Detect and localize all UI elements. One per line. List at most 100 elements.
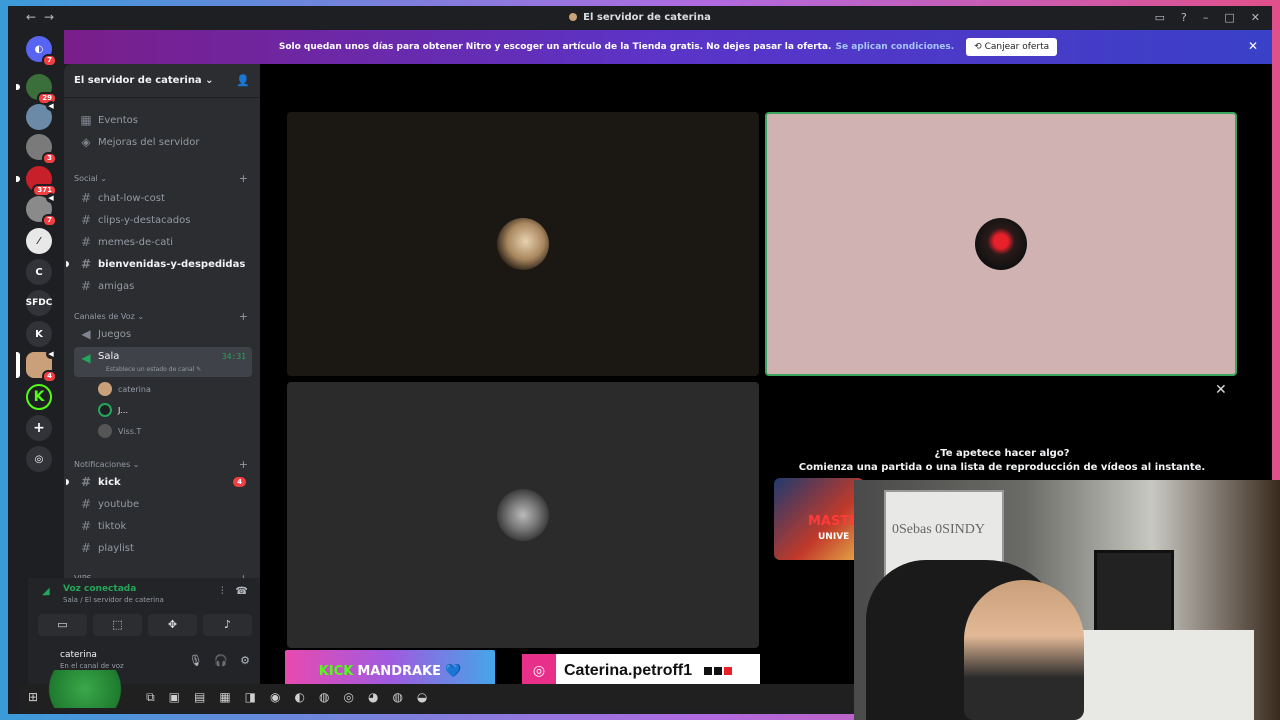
category-voice[interactable]: Canales de Voz ⌄ + <box>74 310 252 323</box>
add-server-icon[interactable]: + <box>26 415 52 441</box>
hash-icon: # <box>80 257 92 271</box>
close-button[interactable]: ✕ <box>1251 11 1260 24</box>
mic-icon[interactable]: 🎙 <box>188 654 202 667</box>
events-item[interactable]: ▦ Eventos <box>74 110 252 130</box>
calendar-icon: ▦ <box>80 113 92 127</box>
windows-start-icon[interactable]: ⊞ <box>28 690 38 704</box>
chrome-icon[interactable]: ◍ <box>319 690 329 704</box>
channel-kick[interactable]: # kick 4 <box>66 472 252 492</box>
server-icon[interactable]: 3 <box>26 134 57 165</box>
channel-memes[interactable]: # memes-de-cati <box>74 232 252 252</box>
channel-status[interactable]: Establece un estado de canal ✎ <box>106 366 201 373</box>
category-social[interactable]: Social ⌄ + <box>74 172 252 185</box>
activities-button[interactable]: ✥ <box>148 614 197 636</box>
user-status: En el canal de voz <box>60 662 124 670</box>
noise-suppression-icon[interactable]: ⫶ <box>221 586 224 597</box>
camera-button[interactable]: ▭ <box>38 614 87 636</box>
task-view-icon[interactable]: ⧉ <box>146 690 155 705</box>
claim-offer-label: Canjear oferta <box>984 42 1050 52</box>
add-channel-icon[interactable]: + <box>239 310 248 323</box>
title-bar: ←→ El servidor de caterina ▭ ? – □ ✕ <box>8 6 1272 30</box>
voice-member[interactable]: J... <box>98 402 128 418</box>
add-channel-icon[interactable]: + <box>239 458 248 471</box>
avatar <box>98 403 112 417</box>
server-k[interactable]: K <box>26 321 52 347</box>
server-sfdc[interactable]: SFDC <box>26 290 52 316</box>
add-channel-icon[interactable]: + <box>239 172 248 185</box>
close-activity-icon[interactable]: ✕ <box>1215 382 1227 398</box>
kick-server-icon[interactable]: K <box>26 384 52 410</box>
settings-icon[interactable]: ⚙ <box>240 654 250 667</box>
server-icon[interactable]: ◀ 7 <box>26 193 57 227</box>
voice-member[interactable]: Viss.T <box>98 423 141 439</box>
app-icon[interactable]: ▦ <box>219 690 230 704</box>
avatar <box>975 218 1027 270</box>
help-icon[interactable]: ? <box>1181 11 1187 24</box>
category-notificaciones[interactable]: Notificaciones ⌄ + <box>74 458 252 471</box>
app-icon[interactable]: ◨ <box>245 690 256 704</box>
invite-icon[interactable]: 👤 <box>236 74 250 87</box>
participant-tile[interactable] <box>287 112 759 376</box>
activity-card-sub: UNIVE <box>818 532 850 542</box>
activity-subtitle: Comienza una partida o una lista de repr… <box>798 462 1206 473</box>
app-icon[interactable]: ◒ <box>417 690 427 704</box>
terms-link[interactable]: Se aplican condiciones. <box>835 42 954 52</box>
call-timer: 34:31 <box>221 352 246 361</box>
server-icon <box>569 13 578 21</box>
voice-channel-juegos[interactable]: ◀ Juegos <box>74 324 252 344</box>
maximize-button[interactable]: □ <box>1224 11 1234 24</box>
channel-playlist[interactable]: # playlist <box>74 538 252 558</box>
instagram-handle: Caterina.petroff1 <box>564 662 693 679</box>
edge-icon[interactable]: ◐ <box>295 690 305 704</box>
claim-offer-button[interactable]: ⟲ Canjear oferta <box>966 38 1058 56</box>
screen-share-button[interactable]: ⬚ <box>93 614 142 636</box>
participant-tile-speaking[interactable] <box>765 112 1237 376</box>
voice-status-title[interactable]: Voz conectada <box>63 584 136 594</box>
server-icon[interactable]: 29 <box>16 74 57 105</box>
channel-amigas[interactable]: # amigas <box>74 276 252 296</box>
server-c[interactable]: C <box>26 259 52 285</box>
channel-clips[interactable]: # clips-y-destacados <box>74 210 252 230</box>
heart-icon: 💙 <box>445 663 462 679</box>
explore-icon[interactable]: ◎ <box>26 446 52 472</box>
voice-status-subtitle: Sala / El servidor de caterina <box>63 596 164 604</box>
steam-icon[interactable]: ◎ <box>343 690 353 704</box>
banner-text: Solo quedan unos días para obtener Nitro… <box>278 42 832 52</box>
soundboard-button[interactable]: ♪ <box>203 614 252 636</box>
close-banner-icon[interactable]: ✕ <box>1248 39 1258 53</box>
boosts-item[interactable]: ◈ Mejoras del servidor <box>74 132 252 152</box>
hash-icon: # <box>80 213 92 227</box>
headphones-icon[interactable]: 🎧 <box>214 654 228 667</box>
discord-taskbar-icon[interactable]: ◕ <box>368 690 378 704</box>
server-icon[interactable]: 371 <box>16 166 57 197</box>
minimize-button[interactable]: – <box>1203 11 1209 24</box>
activity-title: ¿Te apetece hacer algo? <box>934 448 1070 459</box>
file-explorer-icon[interactable]: ▤ <box>194 690 205 704</box>
channel-bienvenidas[interactable]: # bienvenidas-y-despedidas <box>66 254 252 274</box>
app-icon[interactable]: ▣ <box>169 690 180 704</box>
chrome-icon[interactable]: ◍ <box>392 690 402 704</box>
whiteboard-text: 0Sebas 0SINDY <box>892 522 985 537</box>
server-icon[interactable]: ⁄ <box>26 228 52 254</box>
disconnect-icon[interactable]: ☎ <box>236 586 248 597</box>
server-icon[interactable]: ◀ <box>26 101 56 130</box>
hash-icon: # <box>80 497 92 511</box>
channel-youtube[interactable]: # youtube <box>74 494 252 514</box>
hash-icon: # <box>80 541 92 555</box>
voice-channel-sala[interactable]: ◀ Sala 34:31 Establece un estado de canal… <box>74 347 252 377</box>
participant-tile[interactable] <box>287 382 759 648</box>
nitro-banner: Solo quedan unos días para obtener Nitro… <box>64 30 1272 64</box>
inbox-icon[interactable]: ▭ <box>1155 11 1165 24</box>
voice-member[interactable]: caterina <box>98 381 151 397</box>
channel-chat-low-cost[interactable]: # chat-low-cost <box>74 188 252 208</box>
channel-tiktok[interactable]: # tiktok <box>74 516 252 536</box>
user-name[interactable]: caterina <box>60 650 97 660</box>
discord-home-icon[interactable]: ◐ 7 <box>26 36 57 67</box>
server-name: El servidor de caterina <box>74 75 202 86</box>
mention-badge: 4 <box>233 477 246 487</box>
activity-card[interactable]: MASTERS UNIVE <box>774 478 864 560</box>
server-header[interactable]: El servidor de caterina ⌄ 👤 <box>64 64 260 98</box>
app-icon[interactable]: ◉ <box>270 690 280 704</box>
window-controls[interactable]: ▭ ? – □ ✕ <box>1155 11 1260 24</box>
current-server-icon[interactable]: ◀ 4 <box>16 349 57 383</box>
